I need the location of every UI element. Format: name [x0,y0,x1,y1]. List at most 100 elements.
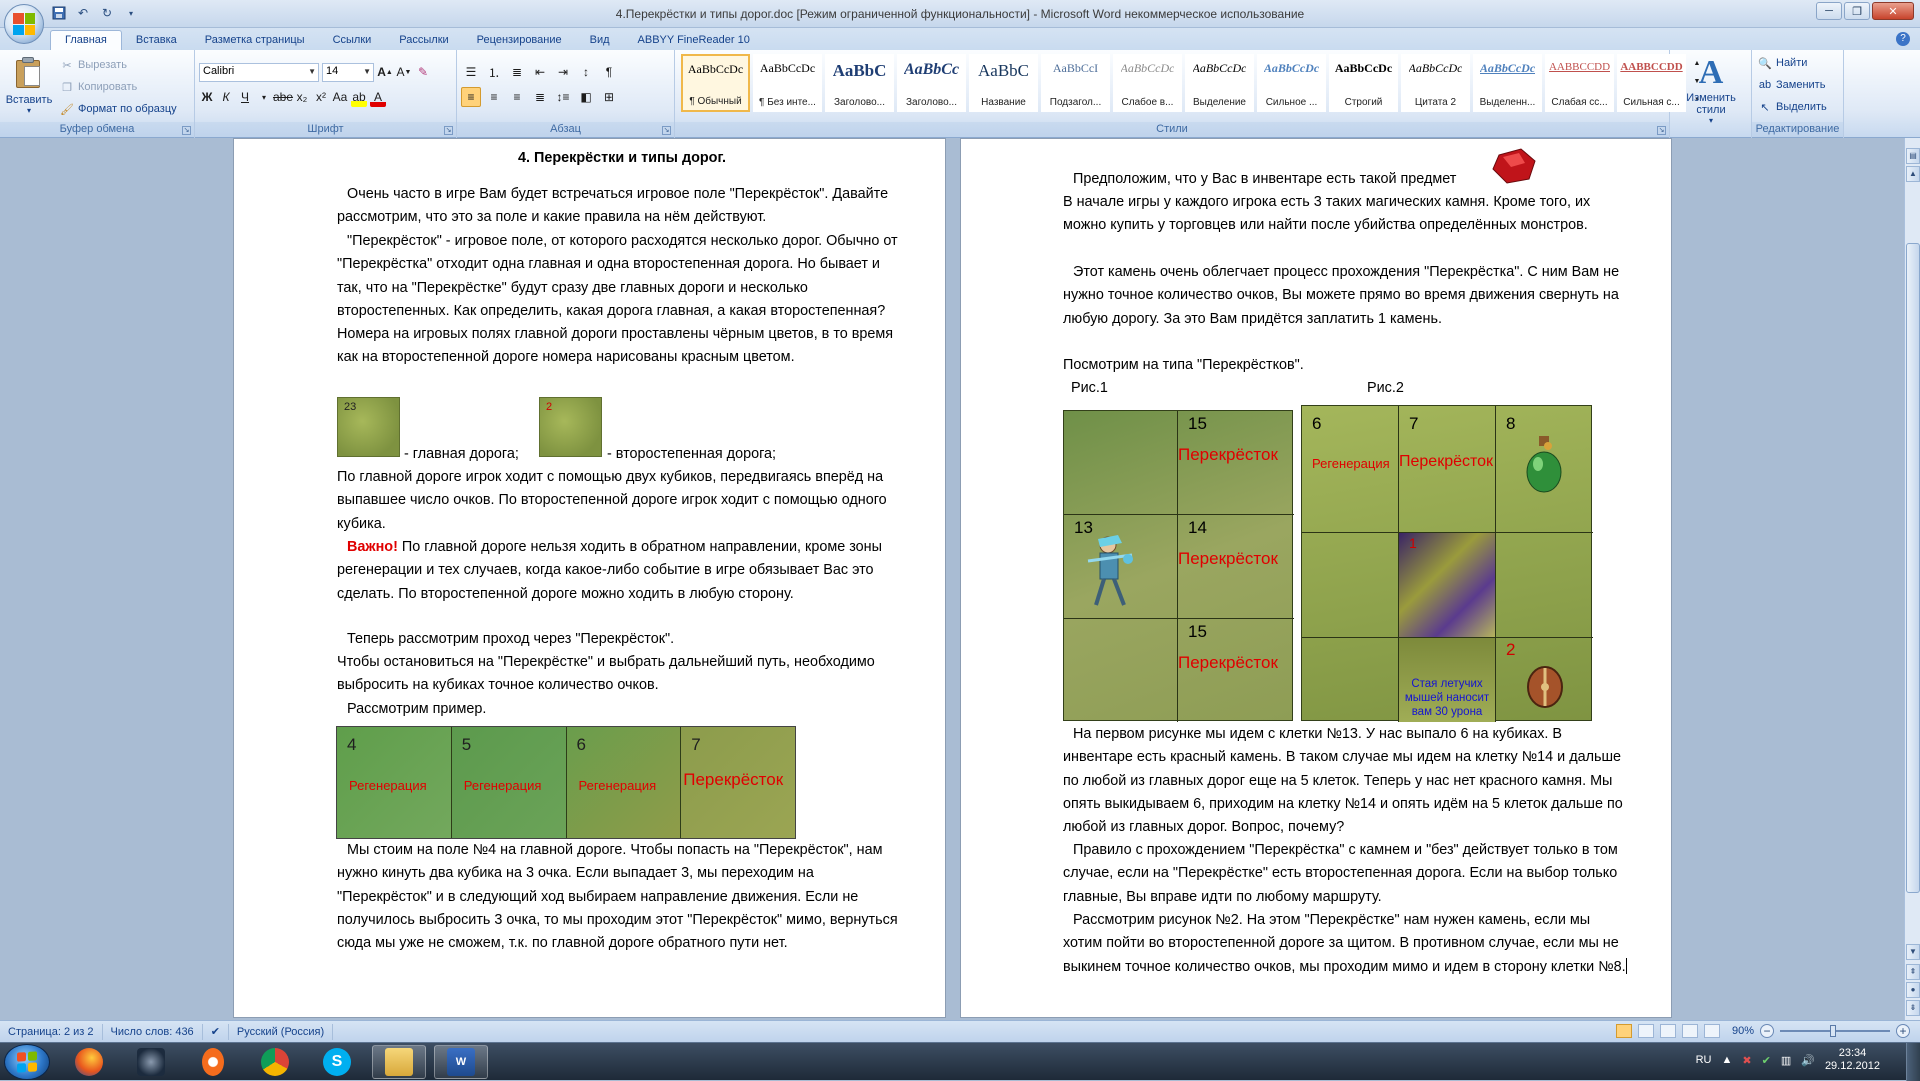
style-tile-subtitle[interactable]: AaBbCcI Подзагол... [1041,54,1110,112]
tab-references[interactable]: Ссылки [319,31,386,50]
scroll-down-icon[interactable]: ▼ [1906,944,1920,960]
strikethrough-icon[interactable]: abe [273,87,293,107]
vertical-scrollbar[interactable]: ▤ ▲ ▼ ⇞ ● ⇟ [1904,138,1920,1020]
find-button[interactable]: 🔍 Найти [1758,54,1827,72]
show-desktop-button[interactable] [1906,1043,1920,1081]
style-tile-intense-quote[interactable]: AaBbCcDc Выделенн... [1473,54,1542,112]
ruler-toggle-icon[interactable]: ▤ [1906,148,1920,164]
word-count[interactable]: Число слов: 436 [103,1023,203,1040]
taskbar-origin[interactable] [186,1045,240,1079]
tab-review[interactable]: Рецензирование [463,31,576,50]
taskbar-word[interactable]: W [434,1045,488,1079]
style-tile-heading1[interactable]: AaBbC Заголово... [825,54,894,112]
select-button[interactable]: ↖ Выделить [1758,98,1826,116]
print-layout-view-icon[interactable] [1615,1024,1632,1038]
tab-abbyy[interactable]: ABBYY FineReader 10 [624,31,764,50]
network-icon[interactable]: ▥ [1781,1054,1791,1067]
minimize-button[interactable]: ─ [1816,2,1842,20]
bold-icon[interactable]: Ж [199,87,215,107]
browse-object-icon[interactable]: ● [1906,982,1920,998]
style-tile-intense-emphasis[interactable]: AaBbCcDc Сильное ... [1257,54,1326,112]
style-tile-quote[interactable]: AaBbCcDc Цитата 2 [1401,54,1470,112]
subscript-icon[interactable]: x₂ [294,87,310,107]
bullets-icon[interactable]: ☰ [461,62,481,82]
pilcrow-icon[interactable]: ¶ [599,62,619,82]
start-button[interactable] [4,1044,50,1080]
font-size-combo[interactable]: 14 ▼ [322,62,374,82]
taskbar-steam[interactable] [124,1045,178,1079]
zoom-out-icon[interactable]: − [1760,1024,1774,1038]
style-tile-emphasis[interactable]: AaBbCcDc Выделение [1185,54,1254,112]
zoom-slider[interactable] [1780,1025,1890,1037]
taskbar-firefox[interactable] [62,1045,116,1079]
style-tile-subtle-reference[interactable]: AABBCCDD Слабая сс... [1545,54,1614,112]
tab-page-layout[interactable]: Разметка страницы [191,31,319,50]
scroll-thumb[interactable] [1906,243,1920,893]
outline-view-icon[interactable] [1681,1024,1698,1038]
next-page-icon[interactable]: ⇟ [1906,1000,1920,1016]
shading-icon[interactable]: ◧ [576,87,596,107]
style-tile-no-spacing[interactable]: AaBbCcDc ¶ Без инте... [753,54,822,112]
align-center-icon[interactable]: ≡ [484,87,504,107]
style-tile-normal[interactable]: AaBbCcDc ¶ Обычный [681,54,750,112]
style-tile-heading2[interactable]: AaBbCc Заголово... [897,54,966,112]
web-layout-icon[interactable] [1659,1024,1676,1038]
prev-page-icon[interactable]: ⇞ [1906,964,1920,980]
draft-view-icon[interactable] [1703,1024,1720,1038]
align-right-icon[interactable]: ≡ [507,87,527,107]
clear-format-icon[interactable]: ✎ [415,62,431,82]
language-status[interactable]: Русский (Россия) [229,1023,334,1040]
full-screen-reading-icon[interactable] [1637,1024,1654,1038]
zoom-level[interactable]: 90% [1732,1025,1754,1037]
office-button[interactable] [4,4,44,44]
tray-expand-icon[interactable]: ▲ [1722,1054,1733,1066]
help-icon[interactable]: ? [1896,32,1910,46]
clock[interactable]: 23:34 29.12.2012 [1825,1047,1880,1073]
document-area[interactable]: 4. Перекрёстки и типы дорог. Очень часто… [0,138,1904,1020]
styles-launcher-icon[interactable]: ↘ [1657,126,1666,135]
font-launcher-icon[interactable]: ↘ [444,126,453,135]
paste-dropdown-icon[interactable]: ▾ [27,106,31,115]
cut-button[interactable]: ✂ Вырезать [60,56,177,74]
multilevel-list-icon[interactable]: ≣ [507,62,527,82]
zoom-thumb[interactable] [1830,1025,1836,1037]
increase-indent-icon[interactable]: ⇥ [553,62,573,82]
volume-icon[interactable]: 🔊 [1801,1054,1815,1067]
tab-home[interactable]: Главная [50,30,122,50]
underline-dropdown-icon[interactable]: ▾ [256,87,272,107]
page-count[interactable]: Страница: 2 из 2 [0,1023,103,1040]
taskbar-chrome[interactable] [248,1045,302,1079]
highlight-icon[interactable]: ab [351,87,367,107]
style-tile-subtle-emphasis[interactable]: AaBbCcDc Слабое в... [1113,54,1182,112]
tray-app-icon[interactable]: ✖ [1742,1054,1751,1067]
superscript-icon[interactable]: x² [313,87,329,107]
proofing-icon[interactable]: ✔ [203,1023,229,1040]
taskbar-explorer[interactable] [372,1045,426,1079]
numbering-icon[interactable]: ⒈ [484,62,504,82]
justify-icon[interactable]: ≣ [530,87,550,107]
underline-icon[interactable]: Ч [237,87,253,107]
replace-button[interactable]: ab Заменить [1758,76,1827,94]
style-tile-strong[interactable]: AaBbCcDc Строгий [1329,54,1398,112]
page-left[interactable]: 4. Перекрёстки и типы дорог. Очень часто… [233,138,946,1018]
format-painter-button[interactable]: 🖌 Формат по образцу [60,100,177,118]
taskbar-skype[interactable]: S [310,1045,364,1079]
italic-icon[interactable]: К [218,87,234,107]
scroll-up-icon[interactable]: ▲ [1906,166,1920,182]
font-name-combo[interactable]: Calibri ▼ [199,62,319,82]
sort-icon[interactable]: ↕ [576,62,596,82]
maximize-button[interactable]: ❐ [1844,2,1870,20]
align-left-icon[interactable]: ≡ [461,87,481,107]
tab-mailings[interactable]: Рассылки [385,31,462,50]
paragraph-launcher-icon[interactable]: ↘ [662,126,671,135]
language-indicator[interactable]: RU [1696,1054,1712,1066]
change-styles-button[interactable]: A Изменить стили ▾ [1678,54,1744,125]
shrink-font-icon[interactable]: A ▼ [396,62,412,82]
zoom-in-icon[interactable]: + [1896,1024,1910,1038]
grow-font-icon[interactable]: A ▲ [377,62,393,82]
line-spacing-icon[interactable]: ↕≡ [553,87,573,107]
font-color-icon[interactable]: A [370,87,386,107]
tab-insert[interactable]: Вставка [122,31,191,50]
copy-button[interactable]: ❐ Копировать [60,78,177,96]
tray-check-icon[interactable]: ✔ [1762,1054,1771,1067]
